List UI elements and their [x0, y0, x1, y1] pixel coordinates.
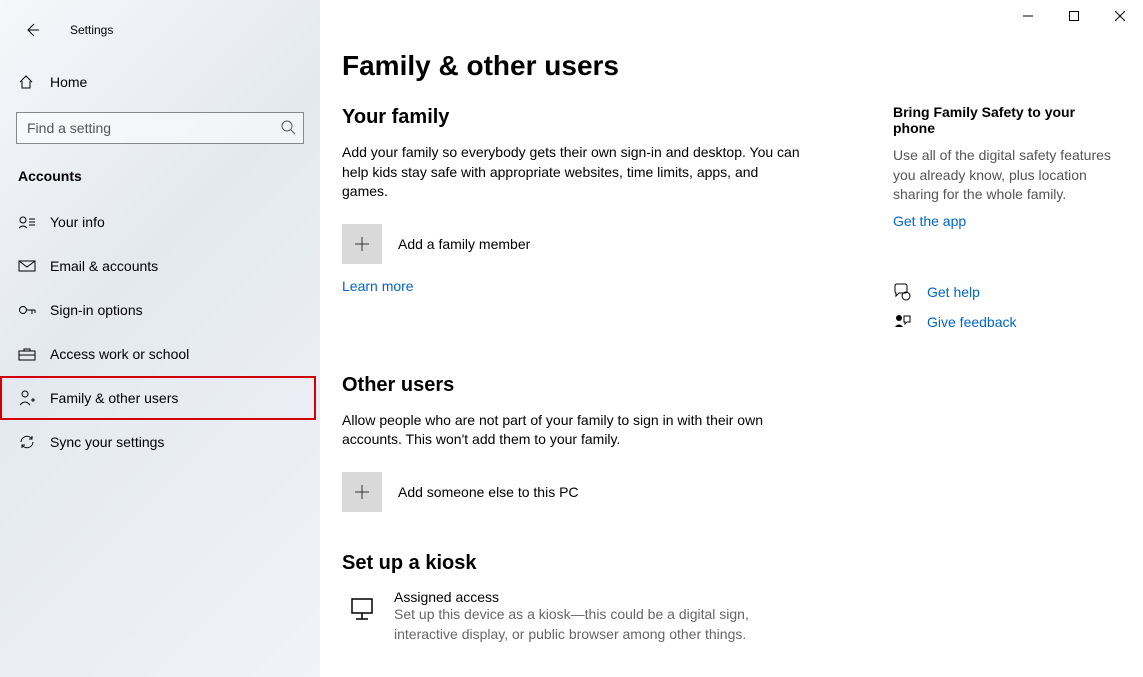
- app-title: Settings: [70, 23, 113, 37]
- assigned-access-button[interactable]: Assigned access Set up this device as a …: [342, 589, 863, 644]
- kiosk-icon: [342, 589, 382, 629]
- add-other-label: Add someone else to this PC: [398, 484, 579, 500]
- main: Family & other users Your family Add you…: [320, 0, 1143, 677]
- sidebar-item-signin-options[interactable]: Sign-in options: [0, 288, 320, 332]
- plus-icon: [342, 224, 382, 264]
- sidebar-item-label: Sign-in options: [50, 302, 143, 318]
- sidebar-item-label: Your info: [50, 214, 105, 230]
- give-feedback-row[interactable]: Give feedback: [893, 313, 1119, 331]
- add-family-member-button[interactable]: Add a family member: [342, 224, 863, 264]
- page-title: Family & other users: [342, 50, 863, 82]
- get-help-row[interactable]: Get help: [893, 283, 1119, 301]
- sync-icon: [18, 433, 36, 451]
- family-heading: Your family: [342, 106, 863, 129]
- sidebar-item-family-users[interactable]: Family & other users: [0, 376, 316, 420]
- family-icon: [18, 389, 36, 407]
- minimize-button[interactable]: [1005, 0, 1051, 32]
- sidebar-item-label: Access work or school: [50, 346, 189, 362]
- kiosk-sub: Set up this device as a kiosk—this could…: [394, 605, 794, 644]
- sidebar-section-label: Accounts: [0, 160, 320, 200]
- window-controls: [1005, 0, 1143, 32]
- search-input[interactable]: [16, 112, 304, 144]
- sidebar-item-label: Family & other users: [50, 390, 178, 406]
- home-nav[interactable]: Home: [0, 60, 320, 104]
- sidebar-item-your-info[interactable]: Your info: [0, 200, 320, 244]
- family-desc: Add your family so everybody gets their …: [342, 143, 802, 202]
- user-card-icon: [18, 213, 36, 231]
- add-family-label: Add a family member: [398, 236, 530, 252]
- titlebar: Settings: [0, 12, 320, 48]
- aside: Bring Family Safety to your phone Use al…: [883, 0, 1143, 677]
- feedback-icon: [893, 313, 911, 331]
- key-icon: [18, 301, 36, 319]
- chat-help-icon: [893, 283, 911, 301]
- learn-more-link[interactable]: Learn more: [342, 278, 414, 294]
- content: Family & other users Your family Add you…: [320, 0, 883, 677]
- promo-title: Bring Family Safety to your phone: [893, 104, 1119, 136]
- maximize-button[interactable]: [1051, 0, 1097, 32]
- kiosk-heading: Set up a kiosk: [342, 552, 863, 575]
- others-heading: Other users: [342, 374, 863, 397]
- sidebar-item-access-work[interactable]: Access work or school: [0, 332, 320, 376]
- home-label: Home: [50, 74, 87, 90]
- mail-icon: [18, 257, 36, 275]
- add-other-user-button[interactable]: Add someone else to this PC: [342, 472, 863, 512]
- plus-icon: [342, 472, 382, 512]
- back-button[interactable]: [18, 16, 46, 44]
- kiosk-title: Assigned access: [394, 589, 794, 605]
- kiosk-text: Assigned access Set up this device as a …: [394, 589, 794, 644]
- briefcase-icon: [18, 345, 36, 363]
- sidebar-item-email-accounts[interactable]: Email & accounts: [0, 244, 320, 288]
- sidebar-item-label: Email & accounts: [50, 258, 158, 274]
- get-app-link[interactable]: Get the app: [893, 213, 966, 229]
- get-help-link: Get help: [927, 284, 980, 300]
- give-feedback-link: Give feedback: [927, 314, 1017, 330]
- sidebar-item-sync-settings[interactable]: Sync your settings: [0, 420, 320, 464]
- sidebar-item-label: Sync your settings: [50, 434, 164, 450]
- sidebar: Settings Home Accounts Your info Email &…: [0, 0, 320, 677]
- others-desc: Allow people who are not part of your fa…: [342, 411, 802, 450]
- home-icon: [18, 74, 34, 90]
- search-wrap: [16, 112, 304, 144]
- promo-body: Use all of the digital safety features y…: [893, 146, 1119, 205]
- close-button[interactable]: [1097, 0, 1143, 32]
